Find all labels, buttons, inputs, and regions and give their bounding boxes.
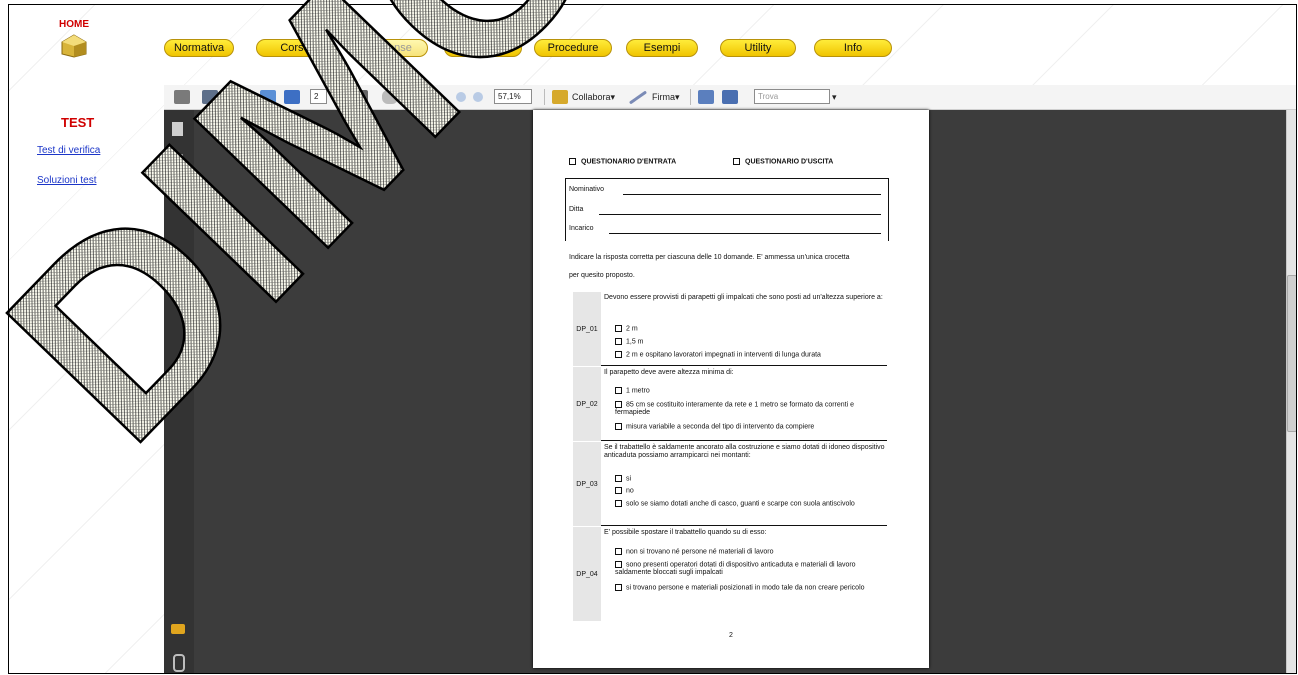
pdf-page: QUESTIONARIO D'ENTRATA QUESTIONARIO D'US… [533, 110, 929, 668]
question-dp02: DP_02 Il parapetto deve avere altezza mi… [573, 367, 887, 441]
zoom-out-icon[interactable] [456, 89, 466, 105]
option: non si trovano né persone né materiali d… [615, 548, 885, 556]
pdf-side-panel [164, 110, 194, 673]
option: 85 cm se costituito interamente da rete … [615, 401, 854, 417]
link-soluzioni-test[interactable]: Soluzioni test [37, 175, 96, 186]
question-text: Il parapetto deve avere altezza minima d… [604, 369, 734, 376]
questionario-uscita: QUESTIONARIO D'USCITA [733, 158, 833, 165]
question-id: DP_02 [573, 367, 601, 441]
pages-icon[interactable] [172, 122, 183, 136]
question-dp03: DP_03 Se il trabattello è saldamente anc… [573, 442, 887, 526]
search-input[interactable]: Trova [754, 89, 830, 104]
fit-page-icon[interactable] [722, 89, 738, 105]
question-dp04: DP_04 E' possibile spostare il trabattel… [573, 527, 887, 621]
email-icon[interactable] [226, 89, 242, 105]
attachment-icon[interactable] [173, 654, 185, 672]
instruction-line-2: per quesito proposto. [569, 272, 635, 279]
home-label: HOME [59, 19, 89, 30]
save-icon[interactable] [202, 89, 218, 105]
link-test-di-verifica[interactable]: Test di verifica [37, 145, 100, 156]
option: 2 m e ospitano lavoratori impegnati in i… [615, 351, 885, 359]
chevron-down-icon: ▾ [610, 91, 616, 102]
nav-normativa[interactable]: Normativa [164, 39, 234, 57]
option: si trovano persone e materiali posiziona… [615, 584, 877, 592]
option: misura variabile a seconda del tipo di i… [615, 423, 885, 431]
field-nominativo: Nominativo [569, 186, 605, 193]
option: no [615, 487, 885, 495]
page-number-input[interactable]: 2 [310, 89, 327, 104]
bookmarks-icon[interactable] [172, 154, 183, 168]
question-text: E' possibile spostare il trabattello qua… [604, 529, 767, 536]
firma-label: Firma [652, 92, 675, 102]
chevron-down-icon: ▾ [675, 91, 680, 102]
page-number: 2 [729, 632, 733, 639]
section-title: TEST [61, 115, 95, 130]
field-incarico: Incarico [569, 225, 594, 232]
option: 1 metro [615, 387, 885, 395]
nav-corso[interactable]: Corso [256, 39, 334, 57]
nav-utility[interactable]: Utility [720, 39, 796, 57]
next-page-icon[interactable] [284, 89, 300, 105]
option: sono presenti operatori dotati di dispos… [615, 561, 856, 577]
comments-icon[interactable] [171, 624, 185, 634]
question-id: DP_01 [573, 292, 601, 366]
pdf-toolbar: 2 / 3 57,1% Collabora ▾ Firma ▾ Trova ▾ [164, 85, 1296, 110]
collabora-label: Collabora [572, 92, 611, 102]
question-dp01: DP_01 Devono essere provvisti di parapet… [573, 292, 887, 366]
home-icon [61, 34, 87, 58]
collabora-menu[interactable]: Collabora ▾ [552, 89, 615, 105]
field-ditta: Ditta [569, 206, 584, 213]
nav-info[interactable]: Info [814, 39, 892, 57]
page-total: / 3 [332, 92, 343, 102]
option: si [615, 475, 885, 483]
question-id: DP_03 [573, 442, 601, 526]
question-id: DP_04 [573, 527, 601, 621]
home-link[interactable]: HOME [49, 19, 99, 58]
instruction-line-1: Indicare la risposta corretta per ciascu… [569, 254, 850, 261]
select-tool-icon[interactable] [358, 89, 368, 105]
nav-procedure[interactable]: Procedure [534, 39, 612, 57]
firma-menu[interactable]: Firma ▾ [628, 89, 680, 105]
hand-tool-icon[interactable] [382, 89, 398, 105]
prev-page-icon[interactable] [260, 89, 276, 105]
zoom-input[interactable]: 57,1% [494, 89, 532, 104]
nav-test[interactable]: Test [444, 39, 522, 57]
question-text: Se il trabattello è saldamente ancorato … [604, 444, 885, 459]
search-dropdown-icon[interactable]: ▾ [832, 89, 837, 105]
zoom-in-icon[interactable] [473, 89, 483, 105]
zoom-tool-icon[interactable] [424, 89, 440, 105]
nav-esempi[interactable]: Esempi [626, 39, 698, 57]
question-text: Devono essere provvisti di parapetti gli… [604, 294, 883, 301]
scrollbar-thumb[interactable] [1287, 275, 1296, 432]
fit-width-icon[interactable] [698, 89, 714, 105]
nav-dispense[interactable]: Dispense [350, 39, 428, 57]
questionario-entrata: QUESTIONARIO D'ENTRATA [569, 158, 676, 165]
option: 2 m [615, 325, 885, 333]
print-icon[interactable] [174, 89, 190, 105]
option: 1,5 m [615, 338, 885, 346]
identity-box [565, 178, 889, 241]
option: solo se siamo dotati anche di casco, gua… [615, 500, 875, 508]
